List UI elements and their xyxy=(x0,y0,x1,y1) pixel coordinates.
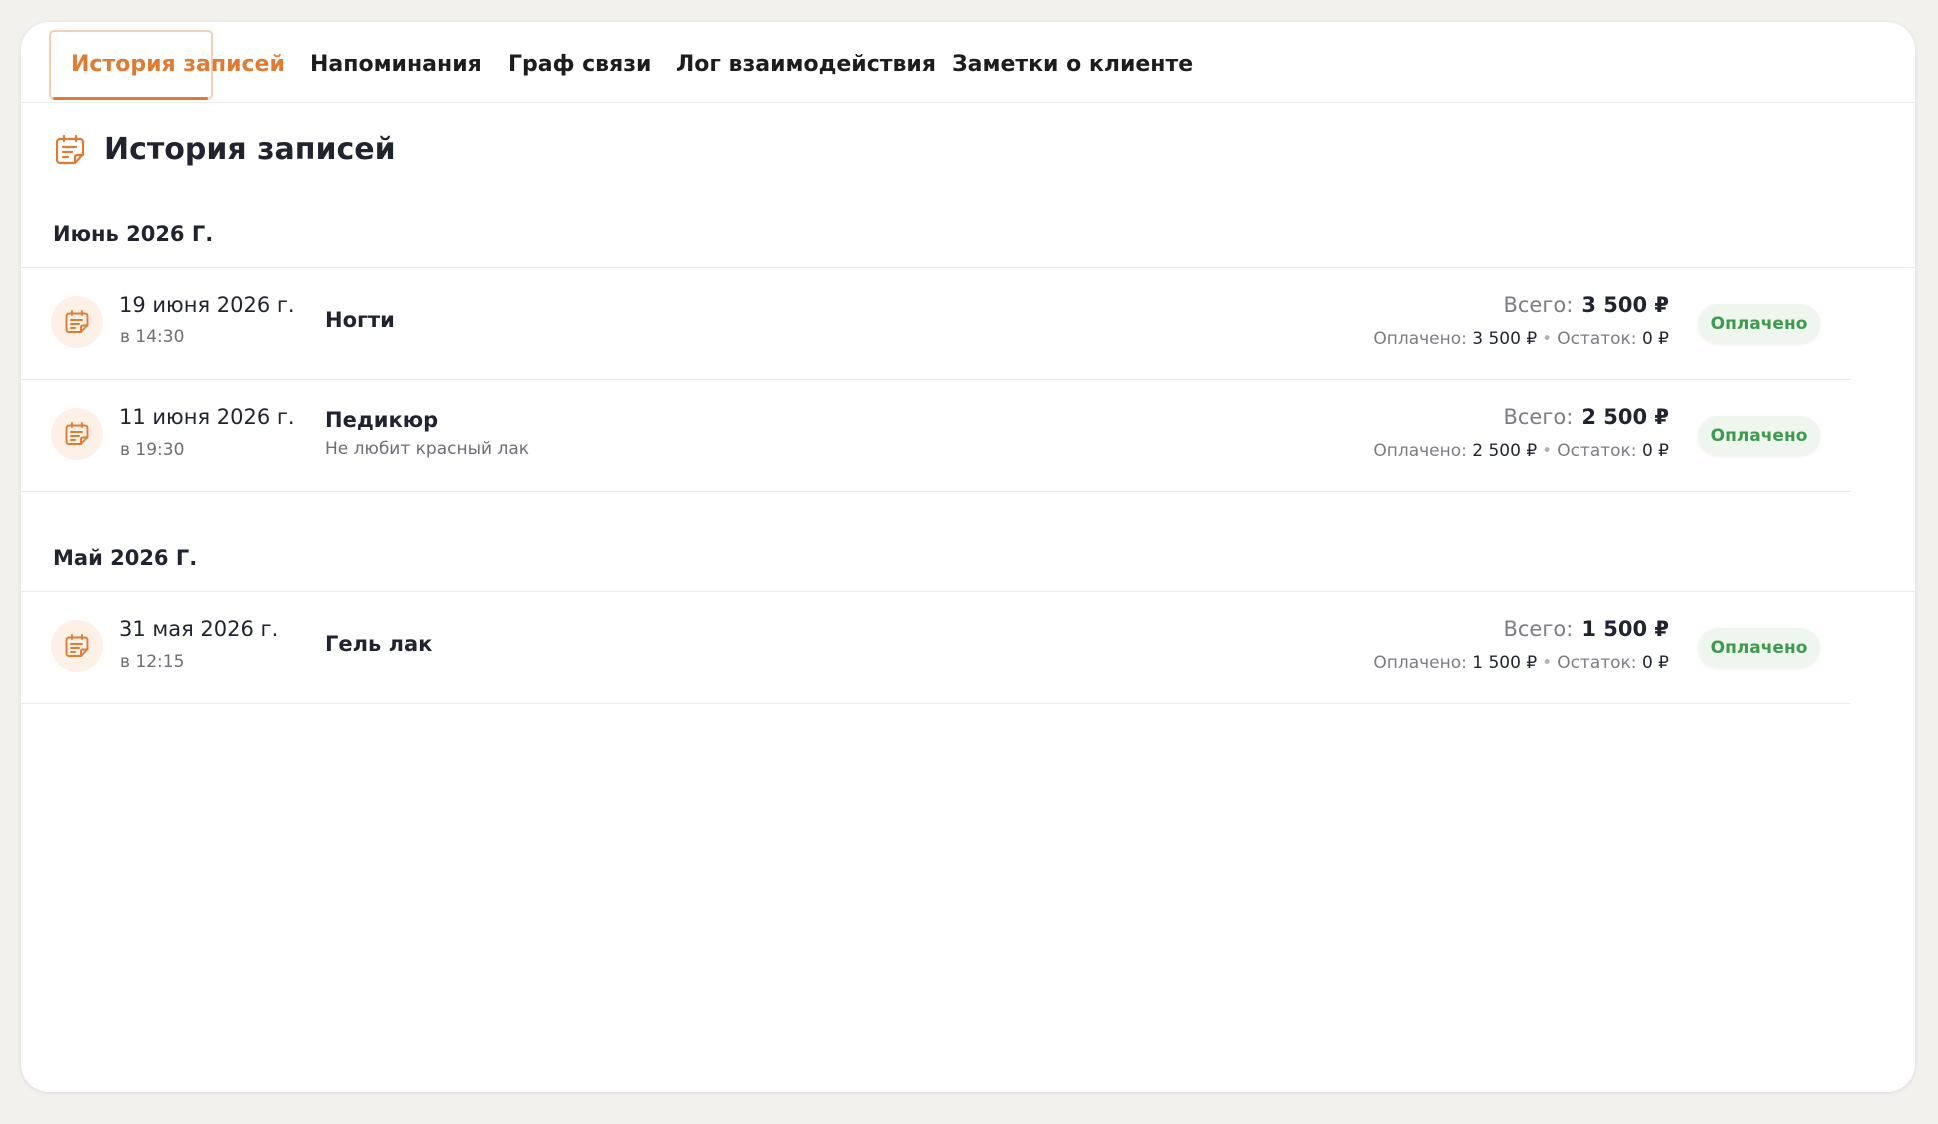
paid-label: Оплачено: xyxy=(1373,441,1467,461)
record-total: Всего: 3 500 ₽ xyxy=(1503,293,1669,317)
record-service: Гель лак xyxy=(325,632,433,656)
rest-value: 0 ₽ xyxy=(1641,653,1669,673)
tab-history[interactable]: История записей xyxy=(71,52,285,77)
rest-label: Остаток: xyxy=(1557,441,1637,461)
total-value: 1 500 ₽ xyxy=(1581,617,1669,641)
record-time: в 19:30 xyxy=(120,440,185,460)
divider xyxy=(21,267,1915,268)
paid-label: Оплачено: xyxy=(1373,329,1467,349)
rest-value: 0 ₽ xyxy=(1641,441,1669,461)
tab-reminders[interactable]: Напоминания xyxy=(310,52,482,77)
record-total: Всего: 2 500 ₽ xyxy=(1503,405,1669,429)
separator-dot: • xyxy=(1542,441,1553,461)
total-label: Всего: xyxy=(1503,405,1574,429)
status-badge: Оплачено xyxy=(1698,628,1820,668)
tab-interaction-log[interactable]: Лог взаимодействия xyxy=(676,52,936,77)
divider xyxy=(21,491,1851,492)
record-date: 11 июня 2026 г. xyxy=(119,405,295,429)
record-service: Педикюр xyxy=(325,408,439,432)
separator-dot: • xyxy=(1542,329,1553,349)
status-badge: Оплачено xyxy=(1698,304,1820,344)
record-payment-summary: Оплачено: 2 500 ₽ • Остаток: 0 ₽ xyxy=(1373,441,1669,461)
record-date: 31 мая 2026 г. xyxy=(119,617,279,641)
divider xyxy=(21,703,1851,704)
record-icon xyxy=(51,408,103,460)
record-icon xyxy=(51,296,103,348)
calendar-note-icon xyxy=(65,634,89,657)
status-badge: Оплачено xyxy=(1698,416,1820,456)
record-service: Ногти xyxy=(325,308,395,332)
calendar-note-icon xyxy=(65,422,89,445)
record-payment-summary: Оплачено: 3 500 ₽ • Остаток: 0 ₽ xyxy=(1373,329,1669,349)
total-value: 3 500 ₽ xyxy=(1581,293,1669,317)
rest-value: 0 ₽ xyxy=(1641,329,1669,349)
active-tab-underline xyxy=(53,97,208,100)
tab-bar: История записей Напоминания Граф связи Л… xyxy=(21,22,1915,103)
record-time: в 12:15 xyxy=(120,652,185,672)
paid-value: 1 500 ₽ xyxy=(1472,653,1538,673)
rest-label: Остаток: xyxy=(1557,653,1637,673)
record-payment-summary: Оплачено: 1 500 ₽ • Остаток: 0 ₽ xyxy=(1373,653,1669,673)
record-date: 19 июня 2026 г. xyxy=(119,293,295,317)
total-label: Всего: xyxy=(1503,293,1574,317)
record-note: Не любит красный лак xyxy=(325,439,530,459)
record-total: Всего: 1 500 ₽ xyxy=(1503,617,1669,641)
paid-value: 2 500 ₽ xyxy=(1472,441,1538,461)
tab-relations-graph[interactable]: Граф связи xyxy=(508,52,651,77)
month-header-may: Май 2026 Г. xyxy=(53,546,198,570)
record-icon xyxy=(51,620,103,672)
month-header-june: Июнь 2026 Г. xyxy=(53,222,214,246)
divider xyxy=(21,591,1915,592)
divider xyxy=(21,379,1851,380)
total-value: 2 500 ₽ xyxy=(1581,405,1669,429)
tab-client-notes[interactable]: Заметки о клиенте xyxy=(952,52,1193,77)
client-card: История записей Напоминания Граф связи Л… xyxy=(21,22,1915,1092)
calendar-note-icon xyxy=(65,310,89,333)
total-label: Всего: xyxy=(1503,617,1574,641)
rest-label: Остаток: xyxy=(1557,329,1637,349)
separator-dot: • xyxy=(1542,653,1553,673)
page-title: История записей xyxy=(104,132,396,167)
paid-label: Оплачено: xyxy=(1373,653,1467,673)
paid-value: 3 500 ₽ xyxy=(1472,329,1538,349)
calendar-note-icon xyxy=(55,134,85,165)
record-time: в 14:30 xyxy=(120,327,185,347)
